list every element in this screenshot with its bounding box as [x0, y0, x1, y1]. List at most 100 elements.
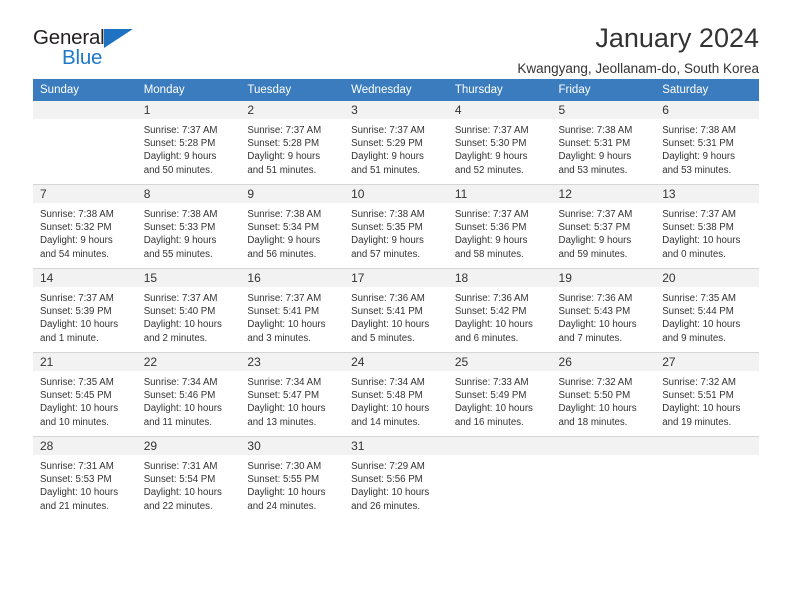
- sunrise-text: Sunrise: 7:38 AM: [40, 209, 114, 220]
- day-number: 3: [344, 101, 448, 119]
- calendar-empty-cell: [655, 436, 759, 520]
- day-number: 11: [447, 185, 552, 203]
- daylight-text: and 21 minutes.: [40, 500, 109, 512]
- calendar-day-cell[interactable]: 27 Sunrise: 7:32 AM Sunset: 5:51 PM Dayligh…: [655, 352, 759, 437]
- calendar-day-cell[interactable]: 23 Sunrise: 7:34 AM Sunset: 5:47 PM Dayligh…: [240, 352, 345, 437]
- daylight-text: and 26 minutes.: [351, 500, 421, 512]
- sunset-text: Sunset: 5:33 PM: [143, 222, 216, 234]
- calendar-day-cell[interactable]: 28 Sunrise: 7:31 AM Sunset: 5:53 PM Dayligh…: [33, 436, 137, 520]
- calendar-day-cell[interactable]: 20 Sunrise: 7:35 AM Sunset: 5:44 PM Dayligh…: [655, 268, 759, 353]
- calendar-day-cell[interactable]: 31 Sunrise: 7:29 AM Sunset: 5:56 PM Dayligh…: [344, 436, 448, 520]
- calendar-day-cell[interactable]: 1 Sunrise: 7:37 AM Sunset: 5:28 PM Daylight…: [136, 101, 241, 185]
- daylight-text: Daylight: 9 hours: [40, 235, 113, 247]
- calendar-day-cell[interactable]: 12 Sunrise: 7:37 AM Sunset: 5:37 PM Dayligh…: [551, 184, 656, 269]
- day-cell-content: 2 Sunrise: 7:37 AM Sunset: 5:28 PM Daylight…: [240, 101, 345, 184]
- daylight-text: and 2 minutes.: [143, 332, 208, 344]
- calendar-day-cell[interactable]: 15 Sunrise: 7:37 AM Sunset: 5:40 PM Dayligh…: [136, 268, 241, 353]
- day-number: 20: [655, 269, 759, 287]
- day-cell-content: 10 Sunrise: 7:38 AM Sunset: 5:35 PM Dayligh…: [344, 185, 448, 268]
- calendar-day-cell[interactable]: 9 Sunrise: 7:38 AM Sunset: 5:34 PM Daylight…: [240, 184, 345, 269]
- sunrise-text: Sunrise: 7:37 AM: [351, 125, 425, 136]
- sun-info: Sunrise: 7:30 AM Sunset: 5:55 PM Daylight:…: [240, 455, 344, 513]
- day-number: 9: [240, 185, 345, 203]
- calendar-day-cell[interactable]: 24 Sunrise: 7:34 AM Sunset: 5:48 PM Dayligh…: [344, 352, 448, 437]
- calendar-day-cell[interactable]: 5 Sunrise: 7:38 AM Sunset: 5:31 PM Daylight…: [551, 101, 656, 185]
- day-number: [551, 437, 656, 455]
- day-cell-content: 31 Sunrise: 7:29 AM Sunset: 5:56 PM Dayligh…: [344, 437, 448, 520]
- calendar-day-cell[interactable]: 11 Sunrise: 7:37 AM Sunset: 5:36 PM Dayligh…: [447, 184, 552, 269]
- daylight-text: Daylight: 10 hours: [143, 403, 222, 415]
- day-cell-content: 21 Sunrise: 7:35 AM Sunset: 5:45 PM Dayligh…: [33, 353, 137, 436]
- calendar-day-cell[interactable]: 14 Sunrise: 7:37 AM Sunset: 5:39 PM Dayligh…: [33, 268, 137, 353]
- day-number: 22: [136, 353, 241, 371]
- daylight-text: Daylight: 9 hours: [143, 235, 217, 247]
- calendar-day-cell[interactable]: 29 Sunrise: 7:31 AM Sunset: 5:54 PM Dayligh…: [136, 436, 241, 520]
- calendar-day-cell[interactable]: 25 Sunrise: 7:33 AM Sunset: 5:49 PM Dayligh…: [447, 352, 552, 437]
- sunrise-text: Sunrise: 7:31 AM: [40, 461, 114, 472]
- calendar-day-cell[interactable]: 2 Sunrise: 7:37 AM Sunset: 5:28 PM Daylight…: [240, 101, 345, 185]
- calendar-day-cell[interactable]: 6 Sunrise: 7:38 AM Sunset: 5:31 PM Daylight…: [655, 101, 759, 185]
- sun-info: Sunrise: 7:36 AM Sunset: 5:43 PM Daylight:…: [552, 287, 656, 345]
- weekday-header-friday: Friday: [551, 79, 656, 101]
- weekday-header-thursday: Thursday: [447, 79, 552, 101]
- daylight-text: and 24 minutes.: [247, 500, 317, 512]
- day-cell-content: 20 Sunrise: 7:35 AM Sunset: 5:44 PM Dayligh…: [655, 269, 759, 352]
- sun-info: Sunrise: 7:38 AM Sunset: 5:33 PM Daylight:…: [137, 203, 241, 261]
- sunrise-text: Sunrise: 7:37 AM: [662, 209, 736, 220]
- calendar-day-cell[interactable]: 8 Sunrise: 7:38 AM Sunset: 5:33 PM Daylight…: [136, 184, 241, 269]
- sunrise-text: Sunrise: 7:38 AM: [351, 209, 425, 220]
- calendar-day-cell[interactable]: 17 Sunrise: 7:36 AM Sunset: 5:41 PM Dayligh…: [344, 268, 448, 353]
- daylight-text: Daylight: 10 hours: [662, 235, 741, 247]
- calendar-day-cell[interactable]: 13 Sunrise: 7:37 AM Sunset: 5:38 PM Dayligh…: [655, 184, 759, 269]
- daylight-text: Daylight: 9 hours: [143, 151, 217, 163]
- daylight-text: Daylight: 9 hours: [558, 235, 632, 247]
- sunrise-text: Sunrise: 7:33 AM: [454, 377, 529, 388]
- daylight-text: and 58 minutes.: [454, 248, 524, 260]
- day-number: [447, 437, 552, 455]
- sunrise-text: Sunrise: 7:35 AM: [662, 293, 736, 304]
- calendar-header-row: Sunday Monday Tuesday Wednesday Thursday Frid…: [33, 79, 759, 101]
- calendar-day-cell[interactable]: 4 Sunrise: 7:37 AM Sunset: 5:30 PM Daylight…: [447, 101, 552, 185]
- daylight-text: Daylight: 9 hours: [247, 235, 321, 247]
- calendar-day-cell[interactable]: 26 Sunrise: 7:32 AM Sunset: 5:50 PM Dayligh…: [551, 352, 656, 437]
- daylight-text: Daylight: 10 hours: [143, 487, 222, 499]
- daylight-text: Daylight: 9 hours: [662, 151, 735, 163]
- calendar-day-cell[interactable]: 16 Sunrise: 7:37 AM Sunset: 5:41 PM Dayligh…: [240, 268, 345, 353]
- sun-info: Sunrise: 7:37 AM Sunset: 5:28 PM Daylight:…: [240, 119, 344, 177]
- sun-info: Sunrise: 7:37 AM Sunset: 5:30 PM Daylight:…: [448, 119, 552, 177]
- page-title: January 2024: [595, 23, 759, 53]
- sun-info: Sunrise: 7:32 AM Sunset: 5:50 PM Daylight:…: [552, 371, 656, 429]
- calendar-day-cell[interactable]: 3 Sunrise: 7:37 AM Sunset: 5:29 PM Daylight…: [344, 101, 448, 185]
- daylight-text: Daylight: 9 hours: [351, 235, 424, 247]
- sunrise-text: Sunrise: 7:38 AM: [662, 125, 736, 136]
- sun-info: Sunrise: 7:37 AM Sunset: 5:36 PM Daylight:…: [448, 203, 552, 261]
- calendar-empty-cell: [551, 436, 656, 520]
- sunset-text: Sunset: 5:55 PM: [247, 474, 320, 486]
- calendar-day-cell[interactable]: 30 Sunrise: 7:30 AM Sunset: 5:55 PM Dayligh…: [240, 436, 345, 520]
- sun-info: Sunrise: 7:38 AM Sunset: 5:32 PM Daylight:…: [33, 203, 137, 261]
- day-number: 17: [344, 269, 448, 287]
- generalblue-logo[interactable]: General Blue: [33, 26, 163, 72]
- calendar-day-cell[interactable]: 18 Sunrise: 7:36 AM Sunset: 5:42 PM Dayligh…: [447, 268, 552, 353]
- calendar-day-cell[interactable]: 22 Sunrise: 7:34 AM Sunset: 5:46 PM Dayligh…: [136, 352, 241, 437]
- daylight-text: Daylight: 10 hours: [558, 319, 637, 331]
- calendar-week-row: 7 Sunrise: 7:38 AM Sunset: 5:32 PM Daylight…: [33, 184, 759, 269]
- sunset-text: Sunset: 5:31 PM: [558, 138, 631, 150]
- sunset-text: Sunset: 5:36 PM: [454, 222, 527, 234]
- calendar-day-cell[interactable]: 10 Sunrise: 7:38 AM Sunset: 5:35 PM Dayligh…: [344, 184, 448, 269]
- calendar-week-row: 21 Sunrise: 7:35 AM Sunset: 5:45 PM Dayligh…: [33, 352, 759, 437]
- sunset-text: Sunset: 5:45 PM: [40, 390, 112, 402]
- calendar-day-cell[interactable]: 21 Sunrise: 7:35 AM Sunset: 5:45 PM Dayligh…: [33, 352, 137, 437]
- sun-info: Sunrise: 7:34 AM Sunset: 5:46 PM Daylight:…: [137, 371, 241, 429]
- calendar-day-cell[interactable]: 19 Sunrise: 7:36 AM Sunset: 5:43 PM Dayligh…: [551, 268, 656, 353]
- sun-info: Sunrise: 7:36 AM Sunset: 5:42 PM Daylight:…: [448, 287, 552, 345]
- sun-info: Sunrise: 7:38 AM Sunset: 5:35 PM Daylight:…: [344, 203, 448, 261]
- calendar-day-cell[interactable]: 7 Sunrise: 7:38 AM Sunset: 5:32 PM Daylight…: [33, 184, 137, 269]
- day-cell-content: 18 Sunrise: 7:36 AM Sunset: 5:42 PM Dayligh…: [447, 269, 552, 352]
- daylight-text: Daylight: 10 hours: [351, 403, 430, 415]
- daylight-text: Daylight: 10 hours: [247, 487, 326, 499]
- sun-info: Sunrise: 7:34 AM Sunset: 5:48 PM Daylight:…: [344, 371, 448, 429]
- weekday-header-saturday: Saturday: [655, 79, 759, 101]
- day-number: 14: [33, 269, 137, 287]
- day-number: 16: [240, 269, 345, 287]
